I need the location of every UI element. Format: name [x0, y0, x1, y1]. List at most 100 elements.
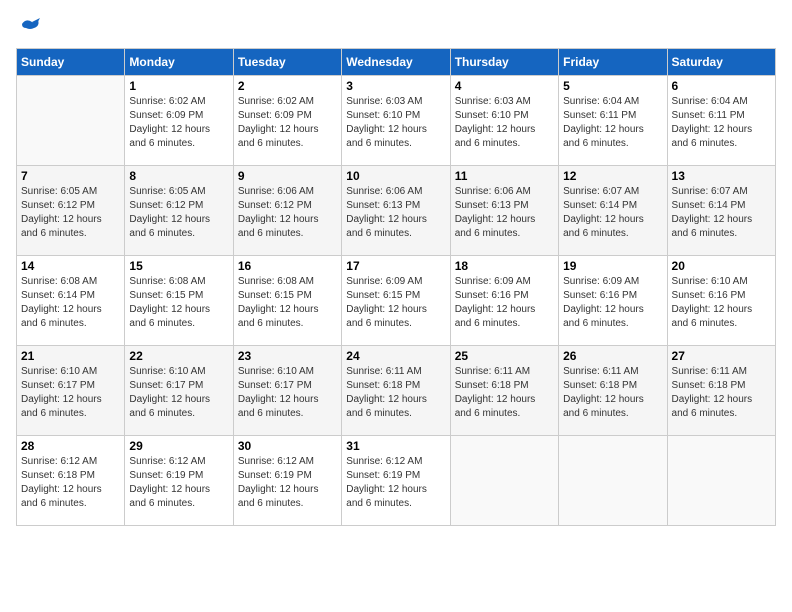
day-info: Sunrise: 6:11 AMSunset: 6:18 PMDaylight:…	[346, 365, 445, 421]
day-number: 8	[129, 169, 228, 183]
day-number: 25	[455, 349, 554, 363]
day-header-tuesday: Tuesday	[233, 49, 341, 76]
calendar-week-row: 28 Sunrise: 6:12 AMSunset: 6:18 PMDayligh…	[17, 436, 776, 526]
logo	[16, 16, 42, 40]
day-header-thursday: Thursday	[450, 49, 558, 76]
calendar-header-row: SundayMondayTuesdayWednesdayThursdayFrid…	[17, 49, 776, 76]
day-number: 7	[21, 169, 120, 183]
calendar-cell: 10Sunrise: 6:06 AMSunset: 6:13 PMDayligh…	[342, 166, 450, 256]
calendar-week-row: 14Sunrise: 6:08 AMSunset: 6:14 PMDayligh…	[17, 256, 776, 346]
day-number: 6	[672, 79, 771, 93]
calendar-cell: 17 Sunrise: 6:09 AMSunset: 6:15 PMDayligh…	[342, 256, 450, 346]
calendar-cell: 3 Sunrise: 6:03 AMSunset: 6:10 PMDaylight…	[342, 76, 450, 166]
day-info: Sunrise: 6:04 AMSunset: 6:11 PMDaylight:…	[563, 95, 662, 151]
day-info: Sunrise: 6:04 AMSunset: 6:11 PMDaylight:…	[672, 95, 771, 151]
logo-bird-icon	[18, 16, 42, 40]
calendar-cell: 31Sunrise: 6:12 AMSunset: 6:19 PMDayligh…	[342, 436, 450, 526]
day-number: 15	[129, 259, 228, 273]
calendar-cell	[450, 436, 558, 526]
calendar-cell: 21Sunrise: 6:10 AMSunset: 6:17 PMDayligh…	[17, 346, 125, 436]
day-info: Sunrise: 6:11 AMSunset: 6:18 PMDaylight:…	[455, 365, 554, 421]
day-info: Sunrise: 6:07 AMSunset: 6:14 PMDaylight:…	[563, 185, 662, 241]
calendar-cell: 7Sunrise: 6:05 AMSunset: 6:12 PMDaylight…	[17, 166, 125, 256]
day-number: 19	[563, 259, 662, 273]
day-number: 11	[455, 169, 554, 183]
day-info: Sunrise: 6:12 AMSunset: 6:19 PMDaylight:…	[238, 455, 337, 511]
day-number: 20	[672, 259, 771, 273]
day-info: Sunrise: 6:11 AMSunset: 6:18 PMDaylight:…	[672, 365, 771, 421]
day-info: Sunrise: 6:03 AMSunset: 6:10 PMDaylight:…	[346, 95, 445, 151]
day-info: Sunrise: 6:03 AMSunset: 6:10 PMDaylight:…	[455, 95, 554, 151]
calendar-week-row: 7 Sunrise: 6:05 AMSunset: 6:12 PMDaylight…	[17, 166, 776, 256]
day-number: 27	[672, 349, 771, 363]
day-number: 9	[238, 169, 337, 183]
day-number: 3	[346, 79, 445, 93]
calendar-week-row: 1 Sunrise: 6:02 AMSunset: 6:09 PMDaylight…	[17, 76, 776, 166]
day-info: Sunrise: 6:12 AMSunset: 6:18 PMDaylight:…	[21, 455, 120, 511]
day-number: 14	[21, 259, 120, 273]
day-info: Sunrise: 6:08 AMSunset: 6:15 PMDaylight:…	[129, 275, 228, 331]
day-number: 18	[455, 259, 554, 273]
day-number: 12	[563, 169, 662, 183]
day-info: Sunrise: 6:10 AMSunset: 6:17 PMDaylight:…	[129, 365, 228, 421]
day-number: 1	[129, 79, 228, 93]
day-info: Sunrise: 6:09 AMSunset: 6:16 PMDaylight:…	[455, 275, 554, 331]
day-header-saturday: Saturday	[667, 49, 775, 76]
day-info: Sunrise: 6:06 AMSunset: 6:13 PMDaylight:…	[346, 185, 445, 241]
calendar-cell: 26 Sunrise: 6:11 AMSunset: 6:18 PMDayligh…	[559, 346, 667, 436]
day-number: 17	[346, 259, 445, 273]
calendar-cell: 12 Sunrise: 6:07 AMSunset: 6:14 PMDayligh…	[559, 166, 667, 256]
calendar-cell: 29Sunrise: 6:12 AMSunset: 6:19 PMDayligh…	[125, 436, 233, 526]
day-info: Sunrise: 6:12 AMSunset: 6:19 PMDaylight:…	[346, 455, 445, 511]
calendar-cell: 20Sunrise: 6:10 AMSunset: 6:16 PMDayligh…	[667, 256, 775, 346]
day-info: Sunrise: 6:07 AMSunset: 6:14 PMDaylight:…	[672, 185, 771, 241]
calendar-cell	[667, 436, 775, 526]
calendar-cell: 16 Sunrise: 6:08 AMSunset: 6:15 PMDayligh…	[233, 256, 341, 346]
calendar-week-row: 21Sunrise: 6:10 AMSunset: 6:17 PMDayligh…	[17, 346, 776, 436]
day-info: Sunrise: 6:09 AMSunset: 6:15 PMDaylight:…	[346, 275, 445, 331]
day-header-sunday: Sunday	[17, 49, 125, 76]
day-number: 2	[238, 79, 337, 93]
calendar-cell: 15 Sunrise: 6:08 AMSunset: 6:15 PMDayligh…	[125, 256, 233, 346]
calendar-cell: 5 Sunrise: 6:04 AMSunset: 6:11 PMDaylight…	[559, 76, 667, 166]
day-number: 26	[563, 349, 662, 363]
day-header-wednesday: Wednesday	[342, 49, 450, 76]
day-info: Sunrise: 6:08 AMSunset: 6:15 PMDaylight:…	[238, 275, 337, 331]
day-info: Sunrise: 6:09 AMSunset: 6:16 PMDaylight:…	[563, 275, 662, 331]
day-info: Sunrise: 6:06 AMSunset: 6:12 PMDaylight:…	[238, 185, 337, 241]
calendar-cell: 14Sunrise: 6:08 AMSunset: 6:14 PMDayligh…	[17, 256, 125, 346]
calendar-cell: 30 Sunrise: 6:12 AMSunset: 6:19 PMDayligh…	[233, 436, 341, 526]
day-number: 24	[346, 349, 445, 363]
calendar-cell: 2Sunrise: 6:02 AMSunset: 6:09 PMDaylight…	[233, 76, 341, 166]
day-info: Sunrise: 6:05 AMSunset: 6:12 PMDaylight:…	[129, 185, 228, 241]
day-info: Sunrise: 6:02 AMSunset: 6:09 PMDaylight:…	[129, 95, 228, 151]
day-number: 13	[672, 169, 771, 183]
calendar-cell: 1 Sunrise: 6:02 AMSunset: 6:09 PMDaylight…	[125, 76, 233, 166]
calendar-cell: 25 Sunrise: 6:11 AMSunset: 6:18 PMDayligh…	[450, 346, 558, 436]
calendar-cell: 8 Sunrise: 6:05 AMSunset: 6:12 PMDaylight…	[125, 166, 233, 256]
day-header-monday: Monday	[125, 49, 233, 76]
day-header-friday: Friday	[559, 49, 667, 76]
day-number: 28	[21, 439, 120, 453]
day-number: 16	[238, 259, 337, 273]
calendar-cell: 28 Sunrise: 6:12 AMSunset: 6:18 PMDayligh…	[17, 436, 125, 526]
day-number: 23	[238, 349, 337, 363]
calendar-cell: 22 Sunrise: 6:10 AMSunset: 6:17 PMDayligh…	[125, 346, 233, 436]
calendar-cell: 27 Sunrise: 6:11 AMSunset: 6:18 PMDayligh…	[667, 346, 775, 436]
calendar-cell: 18 Sunrise: 6:09 AMSunset: 6:16 PMDayligh…	[450, 256, 558, 346]
calendar-cell: 4Sunrise: 6:03 AMSunset: 6:10 PMDaylight…	[450, 76, 558, 166]
calendar-cell: 11Sunrise: 6:06 AMSunset: 6:13 PMDayligh…	[450, 166, 558, 256]
day-number: 5	[563, 79, 662, 93]
day-info: Sunrise: 6:11 AMSunset: 6:18 PMDaylight:…	[563, 365, 662, 421]
day-info: Sunrise: 6:12 AMSunset: 6:19 PMDaylight:…	[129, 455, 228, 511]
calendar-table: SundayMondayTuesdayWednesdayThursdayFrid…	[16, 48, 776, 526]
day-number: 22	[129, 349, 228, 363]
calendar-cell	[17, 76, 125, 166]
day-info: Sunrise: 6:10 AMSunset: 6:17 PMDaylight:…	[238, 365, 337, 421]
calendar-cell	[559, 436, 667, 526]
day-number: 30	[238, 439, 337, 453]
day-info: Sunrise: 6:10 AMSunset: 6:17 PMDaylight:…	[21, 365, 120, 421]
calendar-cell: 24 Sunrise: 6:11 AMSunset: 6:18 PMDayligh…	[342, 346, 450, 436]
calendar-cell: 23 Sunrise: 6:10 AMSunset: 6:17 PMDayligh…	[233, 346, 341, 436]
calendar-cell: 6 Sunrise: 6:04 AMSunset: 6:11 PMDaylight…	[667, 76, 775, 166]
